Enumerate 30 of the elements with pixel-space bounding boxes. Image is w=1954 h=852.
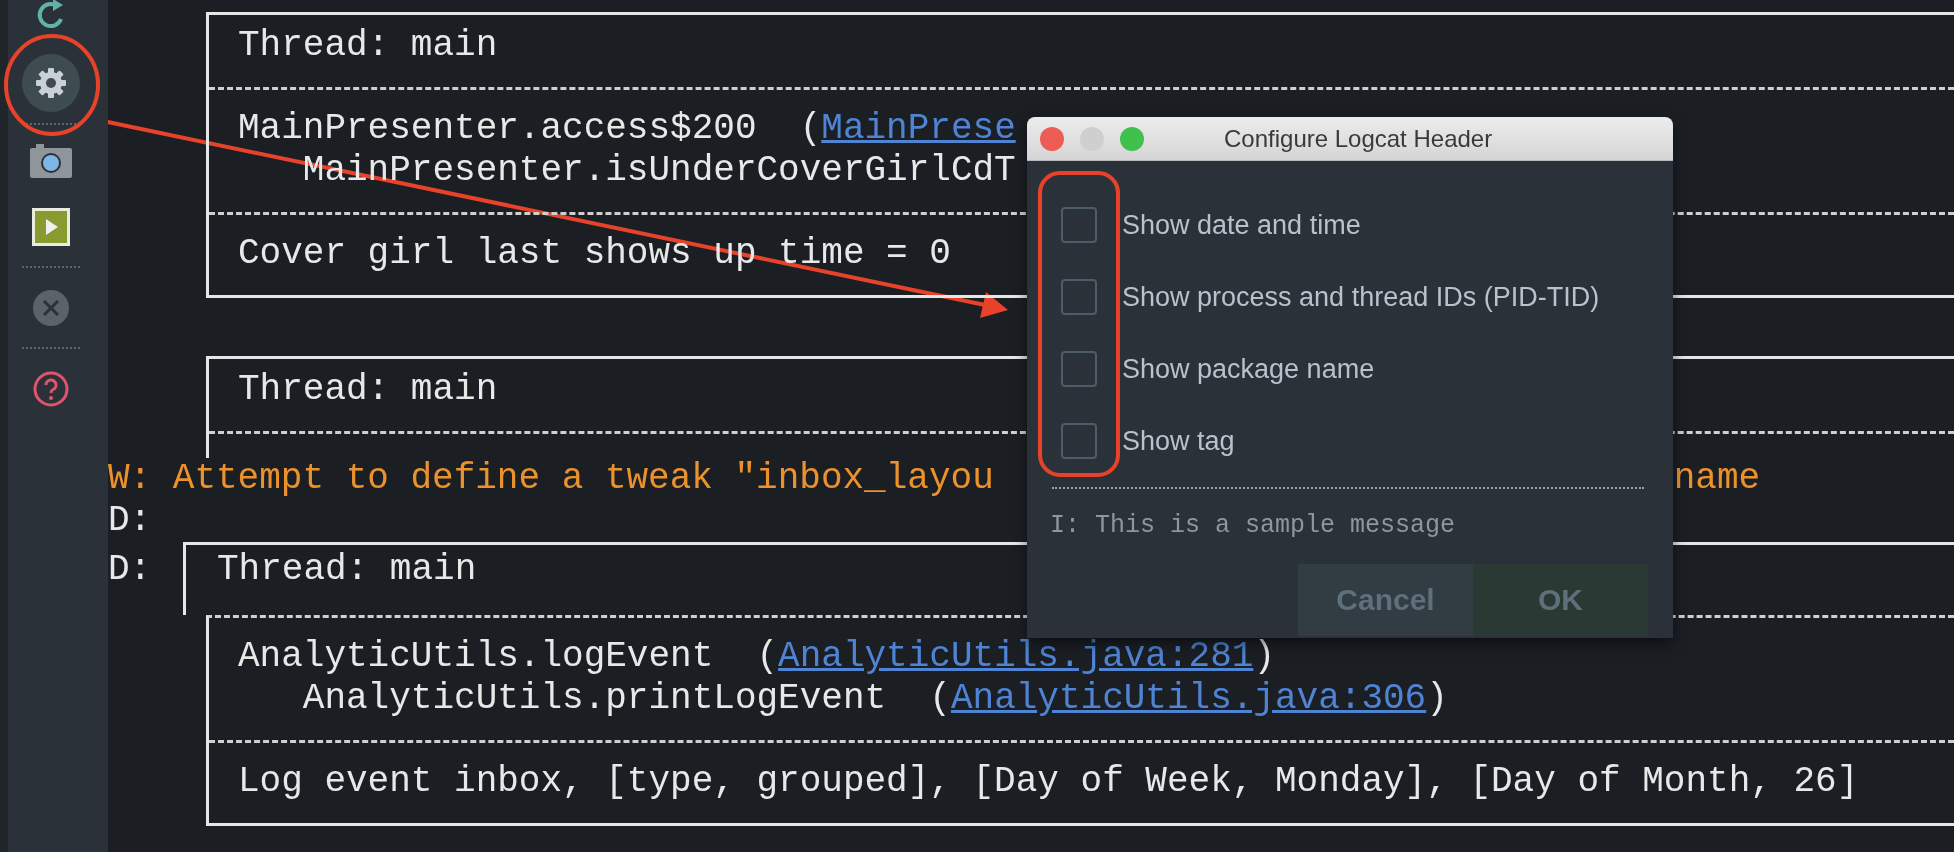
log-text: Thread: main <box>238 25 498 67</box>
checkbox[interactable] <box>1061 207 1097 243</box>
option-label[interactable]: Show tag <box>1122 425 1235 457</box>
option-label[interactable]: Show process and thread IDs (PID-TID) <box>1122 281 1600 313</box>
option-label[interactable]: Show date and time <box>1122 209 1361 241</box>
minimize-button[interactable] <box>1080 126 1104 151</box>
sample-message: I: This is a sample message <box>1050 511 1457 540</box>
checkbox[interactable] <box>1061 423 1097 459</box>
log-text: MainPresenter.access$200 ( <box>238 108 822 150</box>
source-link[interactable]: MainPrese <box>821 108 1016 150</box>
log-text: Thread: main <box>238 369 498 411</box>
log-text: Thread: main <box>217 549 477 591</box>
log-text: D: <box>108 549 153 591</box>
log-text: ) <box>1426 678 1448 720</box>
option-label[interactable]: Show package name <box>1122 353 1375 385</box>
log-text: AnalyticUtils.logEvent ( <box>238 636 779 678</box>
log-text: AnalyticUtils.printLogEvent ( <box>301 678 951 720</box>
checkbox[interactable] <box>1061 279 1097 315</box>
checkbox[interactable] <box>1061 351 1097 387</box>
ok-button[interactable]: OK <box>1473 564 1648 636</box>
log-text: Log event inbox, [type, grouped], [Day of Week, Monday], [Day of Month, 26] <box>238 761 1859 803</box>
log-text: ) <box>1253 636 1275 678</box>
log-text: W: Attempt to define a tweak "inbox_layou <box>108 458 994 500</box>
source-link[interactable]: AnalyticUtils.java:281 <box>778 636 1254 678</box>
dialog-title: Configure Logcat Header <box>1224 124 1493 153</box>
source-link[interactable]: AnalyticUtils.java:306 <box>950 678 1427 720</box>
log-text: name <box>1673 458 1761 500</box>
zoom-button[interactable] <box>1120 126 1144 151</box>
log-text: D: <box>108 500 152 542</box>
close-button[interactable] <box>1040 126 1064 151</box>
